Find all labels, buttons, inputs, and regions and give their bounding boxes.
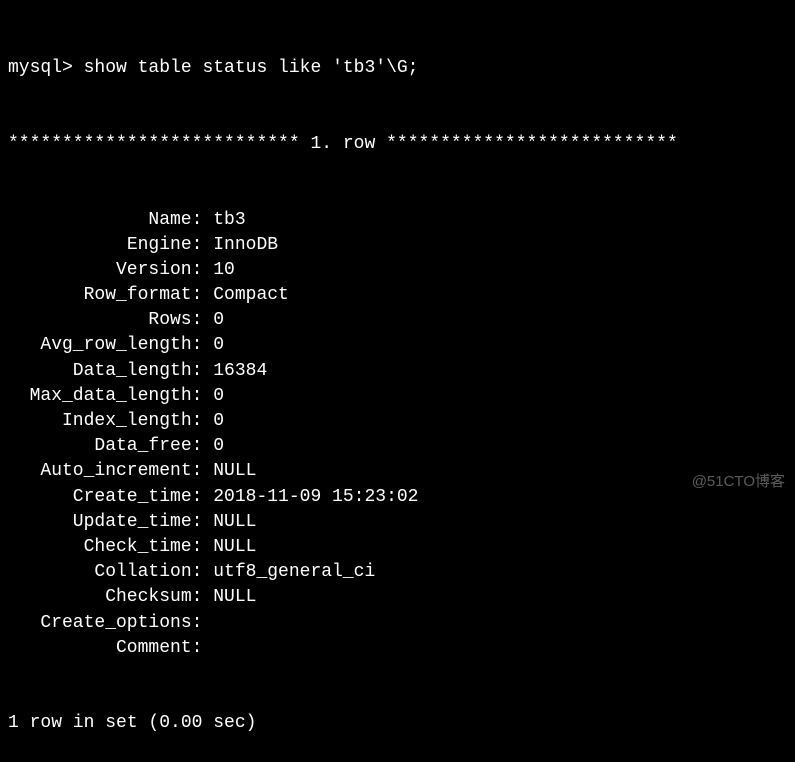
sql-command: show table status like 'tb3'\G; [84,56,419,81]
field-value: 0 [202,384,224,409]
field-value: NULL [202,535,256,560]
field-label: Engine [8,233,192,258]
field-label: Comment [8,636,192,661]
field-label: Update_time [8,510,192,535]
field-separator: : [192,384,203,409]
field-separator: : [192,611,203,636]
field-separator: : [192,585,203,610]
field-value: NULL [202,510,256,535]
stars-left: *************************** [8,134,300,154]
field-label: Create_time [8,485,192,510]
field-separator: : [192,308,203,333]
row-header: *************************** 1. row *****… [8,132,787,157]
terminal-output: mysql> show table status like 'tb3'\G; *… [8,6,787,762]
field-separator: : [192,485,203,510]
field-row: Index_length:0 [8,409,787,434]
field-value: Compact [202,283,288,308]
field-value: 0 [202,333,224,358]
field-label: Check_time [8,535,192,560]
result-footer: 1 row in set (0.00 sec) [8,711,787,736]
field-label: Data_length [8,359,192,384]
stars-right: *************************** [386,134,678,154]
field-separator: : [192,409,203,434]
field-row: Rows:0 [8,308,787,333]
field-label: Auto_increment [8,459,192,484]
field-value: 0 [202,308,224,333]
field-row: Collation:utf8_general_ci [8,560,787,585]
field-row: Engine:InnoDB [8,233,787,258]
field-row: Avg_row_length:0 [8,333,787,358]
field-value: tb3 [202,208,245,233]
field-label: Name [8,208,192,233]
field-separator: : [192,434,203,459]
field-row: Create_options: [8,611,787,636]
field-row: Auto_increment:NULL [8,459,787,484]
field-separator: : [192,359,203,384]
field-value [202,636,213,661]
field-value: InnoDB [202,233,278,258]
field-label: Avg_row_length [8,333,192,358]
field-value: 0 [202,434,224,459]
prompt-prefix: mysql> [8,56,73,81]
row-header-label: 1. row [310,134,375,154]
field-label: Rows [8,308,192,333]
field-row: Update_time:NULL [8,510,787,535]
field-row: Check_time:NULL [8,535,787,560]
field-value [202,611,213,636]
prompt-line[interactable]: mysql> show table status like 'tb3'\G; [8,56,787,81]
field-label: Create_options [8,611,192,636]
field-label: Max_data_length [8,384,192,409]
field-row: Comment: [8,636,787,661]
field-row: Name:tb3 [8,208,787,233]
field-row: Version:10 [8,258,787,283]
field-value: 16384 [202,359,267,384]
field-value: 2018-11-09 15:23:02 [202,485,418,510]
field-label: Collation [8,560,192,585]
field-row: Data_free:0 [8,434,787,459]
field-row: Max_data_length:0 [8,384,787,409]
field-separator: : [192,333,203,358]
field-row: Create_time:2018-11-09 15:23:02 [8,485,787,510]
field-value: NULL [202,585,256,610]
field-separator: : [192,560,203,585]
field-value: NULL [202,459,256,484]
field-label: Data_free [8,434,192,459]
field-row: Row_format:Compact [8,283,787,308]
field-value: 0 [202,409,224,434]
field-row: Checksum:NULL [8,585,787,610]
field-label: Index_length [8,409,192,434]
field-separator: : [192,510,203,535]
field-label: Row_format [8,283,192,308]
watermark: @51CTO博客 [692,471,785,492]
field-separator: : [192,283,203,308]
field-separator: : [192,208,203,233]
field-value: utf8_general_ci [202,560,375,585]
field-label: Version [8,258,192,283]
field-row: Data_length:16384 [8,359,787,384]
field-separator: : [192,535,203,560]
field-label: Checksum [8,585,192,610]
field-separator: : [192,258,203,283]
fields-list: Name:tb3Engine:InnoDBVersion:10Row_forma… [8,208,787,661]
field-value: 10 [202,258,234,283]
field-separator: : [192,459,203,484]
field-separator: : [192,636,203,661]
field-separator: : [192,233,203,258]
